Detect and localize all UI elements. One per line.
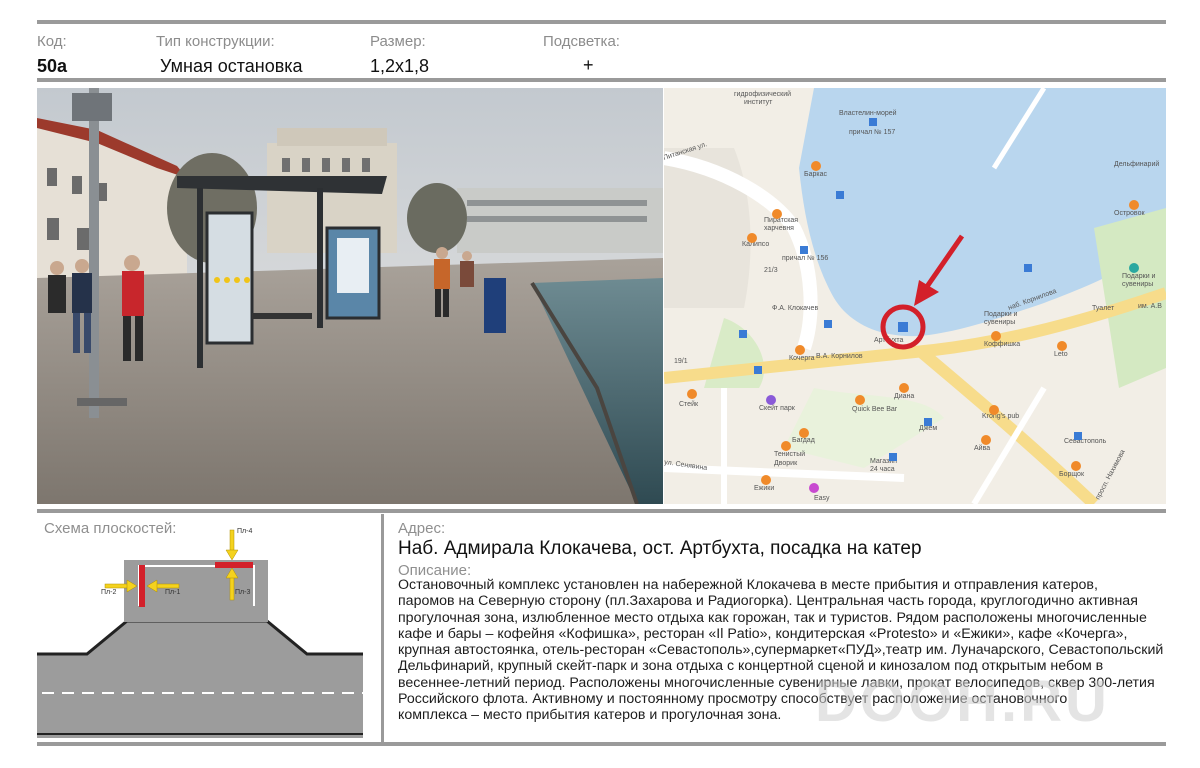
plane-label-2: Пл-2 bbox=[101, 589, 116, 596]
svg-text:сувениры: сувениры bbox=[984, 319, 1015, 326]
description-line: крупная автостоянка, отель-ресторан «Сев… bbox=[398, 642, 1164, 659]
type-value: Умная остановка bbox=[160, 56, 303, 76]
svg-text:просп. Нахимова: просп. Нахимова bbox=[1095, 449, 1127, 501]
svg-text:Стейк: Стейк bbox=[679, 400, 699, 408]
svg-text:Дворик: Дворик bbox=[774, 460, 798, 467]
location-photo-illustration bbox=[37, 88, 663, 504]
svg-text:институт: институт bbox=[744, 99, 773, 106]
svg-text:Ежики: Ежики bbox=[754, 485, 774, 492]
svg-text:Leto: Leto bbox=[1054, 351, 1068, 358]
header-rule bbox=[37, 78, 1166, 82]
location-photo bbox=[37, 88, 663, 504]
svg-text:Джем: Джем bbox=[919, 425, 937, 432]
svg-text:19/1: 19/1 bbox=[674, 358, 688, 365]
svg-text:Подарки и: Подарки и bbox=[984, 311, 1018, 318]
description-line: прогулочная зона, излюбленное место отды… bbox=[398, 609, 1147, 626]
svg-text:Севастополь: Севастополь bbox=[1064, 438, 1107, 445]
address-label: Адрес: bbox=[398, 520, 446, 537]
light-value: + bbox=[583, 55, 594, 75]
plane-label-3: Пл-3 bbox=[235, 589, 250, 596]
svg-text:Айва: Айва bbox=[974, 444, 990, 452]
code-label: Код: bbox=[37, 33, 67, 50]
type-label: Тип конструкции: bbox=[156, 33, 275, 50]
plane-label-1: Пл-1 bbox=[165, 589, 180, 596]
svg-text:Ф.А. Клокачев: Ф.А. Клокачев bbox=[772, 305, 818, 312]
svg-text:Коффишка: Коффишка bbox=[984, 341, 1020, 348]
location-map: гидрофизический институт Властелин-морей… bbox=[664, 88, 1166, 504]
svg-text:Krong's pub: Krong's pub bbox=[982, 413, 1019, 420]
svg-text:Quick Bee Bar: Quick Bee Bar bbox=[852, 406, 898, 413]
middle-rule bbox=[37, 509, 1166, 513]
planes-scheme: Пл-4 Пл-2 Пл-1 Пл-3 bbox=[37, 516, 363, 738]
size-value: 1,2х1,8 bbox=[370, 56, 430, 76]
svg-text:Тенистый: Тенистый bbox=[774, 450, 805, 458]
svg-text:причал № 156: причал № 156 bbox=[782, 255, 828, 262]
address-value: Наб. Адмирала Клокачева, ост. Артбухта, … bbox=[398, 538, 922, 559]
svg-text:Диана: Диана bbox=[894, 393, 914, 400]
svg-text:харчевня: харчевня bbox=[764, 225, 794, 232]
svg-text:Калипсо: Калипсо bbox=[742, 241, 769, 248]
svg-text:24 часа: 24 часа bbox=[870, 466, 895, 473]
size-label: Размер: bbox=[370, 33, 426, 50]
svg-text:Островок: Островок bbox=[1114, 210, 1145, 217]
svg-text:Пиратская: Пиратская bbox=[764, 217, 798, 224]
svg-text:Easy: Easy bbox=[814, 495, 830, 502]
svg-text:Скейт парк: Скейт парк bbox=[759, 404, 796, 412]
map-illustration: гидрофизический институт Властелин-морей… bbox=[664, 88, 1166, 504]
svg-text:Борщок: Борщок bbox=[1059, 471, 1085, 478]
svg-text:Властелин-морей: Властелин-морей bbox=[839, 109, 897, 117]
description-line: Остановочный комплекс установлен на набе… bbox=[398, 577, 1098, 593]
svg-text:Кочерга: Кочерга bbox=[789, 355, 815, 362]
watermark: DOOH.RU bbox=[815, 669, 1110, 734]
svg-text:им. А.В: им. А.В bbox=[1138, 303, 1162, 310]
svg-text:В.А. Корнилов: В.А. Корнилов bbox=[816, 353, 863, 360]
scheme-illustration: Пл-4 Пл-2 Пл-1 Пл-3 bbox=[37, 528, 363, 738]
svg-text:гидрофизический: гидрофизический bbox=[734, 90, 791, 98]
svg-text:Баркас: Баркас bbox=[804, 171, 827, 178]
plane-label-4: Пл-4 bbox=[237, 528, 252, 535]
svg-text:сувениры: сувениры bbox=[1122, 281, 1153, 288]
description-line: кафе и бары – кофейня «Кофишка», рестора… bbox=[398, 625, 1128, 642]
top-rule bbox=[37, 20, 1166, 24]
light-label: Подсветка: bbox=[543, 33, 620, 50]
section-divider bbox=[381, 514, 384, 742]
svg-text:Туалет: Туалет bbox=[1092, 305, 1115, 312]
svg-text:Подарки и: Подарки и bbox=[1122, 273, 1156, 280]
description-line: паромов на Северную сторону (пл.Захарова… bbox=[398, 593, 1138, 610]
code-value: 50а bbox=[37, 56, 68, 76]
svg-text:Дельфинарий: Дельфинарий bbox=[1114, 160, 1159, 168]
svg-text:Багдад: Багдад bbox=[792, 437, 815, 444]
svg-text:21/3: 21/3 bbox=[764, 267, 778, 274]
svg-text:причал № 157: причал № 157 bbox=[849, 129, 895, 136]
bottom-rule bbox=[37, 742, 1166, 746]
